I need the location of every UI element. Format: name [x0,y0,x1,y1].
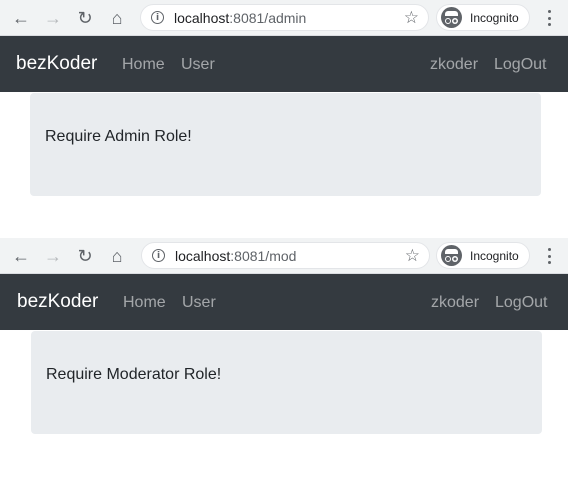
star-icon[interactable]: ☆ [404,8,419,28]
screenshot-moderator: ← → ↻ ⌂ i localhost:8081/mod ☆ Incognito… [0,238,568,434]
nav-link-logout[interactable]: LogOut [495,294,547,312]
address-bar[interactable]: i localhost:8081/admin ☆ [140,4,429,31]
incognito-indicator[interactable]: Incognito [436,242,530,269]
browser-toolbar: ← → ↻ ⌂ i localhost:8081/mod ☆ Incognito [0,238,568,274]
reload-icon[interactable]: ↻ [73,244,97,268]
kebab-menu-icon[interactable] [543,10,555,26]
role-message: Require Moderator Role! [46,366,222,383]
app-navbar: bezKoder Home User zkoder LogOut [0,274,568,330]
arrow-right-icon[interactable]: → [41,244,65,268]
arrow-right-icon[interactable]: → [41,6,65,30]
incognito-indicator[interactable]: Incognito [436,4,530,31]
incognito-icon [441,7,462,28]
app-navbar: bezKoder Home User zkoder LogOut [0,36,568,92]
nav-link-user[interactable]: User [182,294,216,312]
star-icon[interactable]: ☆ [405,246,420,266]
info-icon[interactable]: i [152,249,165,262]
nav-link-profile[interactable]: zkoder [430,56,478,74]
kebab-menu-icon[interactable] [543,248,555,264]
role-message-panel: Require Admin Role! [30,93,541,196]
incognito-icon [441,245,462,266]
nav-link-home[interactable]: Home [123,294,166,312]
url-host: localhost [175,247,231,264]
url-text[interactable]: localhost:8081/mod [175,248,296,264]
reload-icon[interactable]: ↻ [73,6,97,30]
incognito-label: Incognito [470,10,519,25]
home-icon[interactable]: ⌂ [105,6,129,30]
arrow-left-icon[interactable]: ← [9,244,33,268]
url-text[interactable]: localhost:8081/admin [174,10,306,26]
role-message-panel: Require Moderator Role! [31,331,542,434]
screenshot-admin: ← → ↻ ⌂ i localhost:8081/admin ☆ Incogni… [0,0,568,196]
url-host: localhost [174,9,230,26]
arrow-left-icon[interactable]: ← [9,6,33,30]
role-message: Require Admin Role! [45,128,192,145]
address-bar[interactable]: i localhost:8081/mod ☆ [141,242,430,269]
info-icon[interactable]: i [151,11,164,24]
url-path: :8081/admin [229,9,307,26]
brand-link[interactable]: bezKoder [16,53,97,75]
browser-toolbar: ← → ↻ ⌂ i localhost:8081/admin ☆ Incogni… [0,0,568,36]
nav-link-home[interactable]: Home [122,56,165,74]
brand-link[interactable]: bezKoder [17,291,98,313]
home-icon[interactable]: ⌂ [105,244,129,268]
nav-link-logout[interactable]: LogOut [494,56,546,74]
incognito-label: Incognito [470,248,519,263]
nav-link-user[interactable]: User [181,56,215,74]
nav-link-profile[interactable]: zkoder [431,294,479,312]
url-path: :8081/mod [230,247,297,264]
